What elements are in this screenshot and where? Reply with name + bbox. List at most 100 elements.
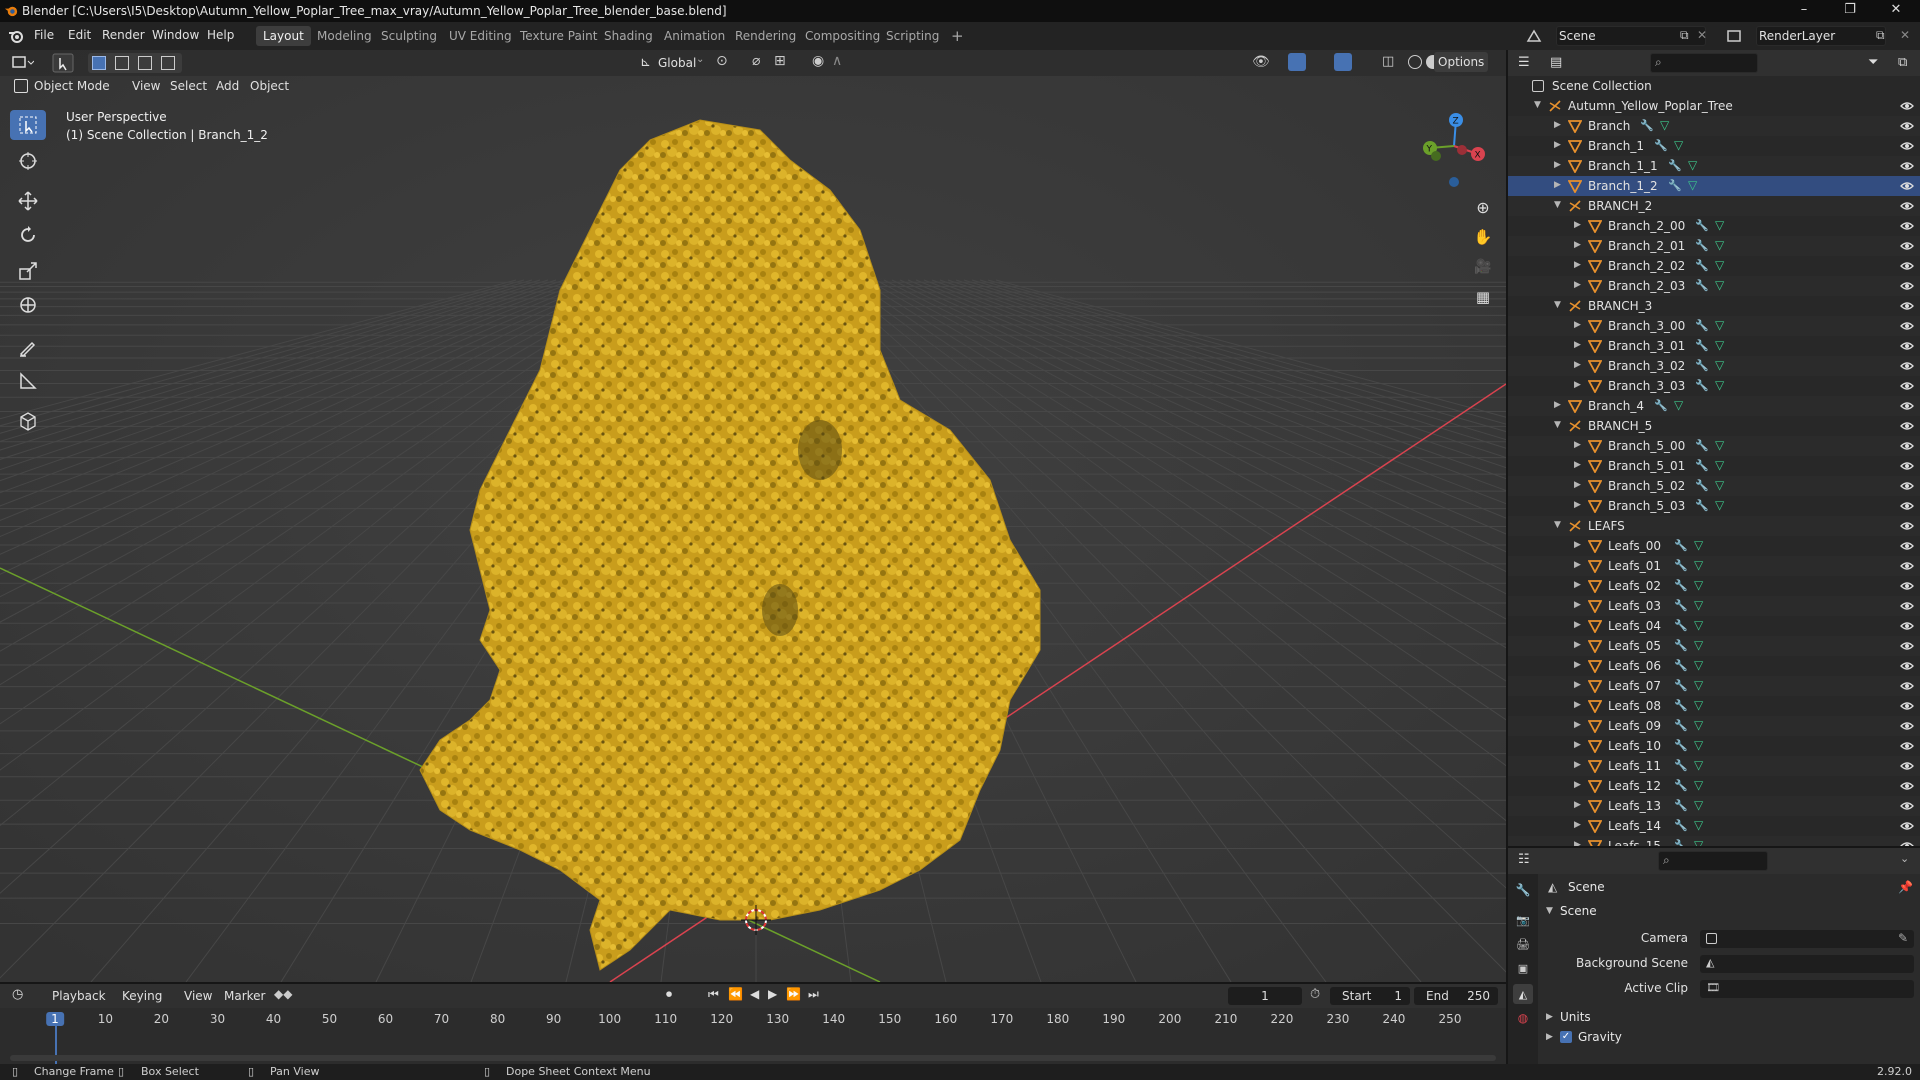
eye-icon[interactable] — [1900, 179, 1914, 193]
tab-compositing[interactable]: Compositing — [798, 26, 887, 46]
eye-icon[interactable] — [1900, 339, 1914, 353]
remove-view-layer-icon[interactable]: ✕ — [1900, 28, 1910, 42]
select-new-icon[interactable] — [92, 56, 106, 70]
outliner-item[interactable]: ▶ Leafs_14 🔧 ▽ — [1508, 816, 1920, 836]
eye-icon[interactable] — [1900, 759, 1914, 773]
expand-icon[interactable]: ▶ — [1574, 820, 1581, 830]
outliner-item[interactable]: ▶ Branch 🔧 ▽ — [1508, 116, 1920, 136]
expand-icon[interactable]: ▶ — [1574, 760, 1581, 770]
scale-tool[interactable] — [10, 256, 46, 286]
outliner-item[interactable]: ▶ Branch_1_1 🔧 ▽ — [1508, 156, 1920, 176]
background-scene-field[interactable]: ◭ — [1700, 955, 1914, 973]
modifier-icon[interactable]: 🔧 — [1695, 239, 1709, 252]
eye-icon[interactable] — [1900, 619, 1914, 633]
eye-icon[interactable] — [1900, 99, 1914, 113]
mesh-data-icon[interactable]: ▽ — [1694, 598, 1703, 612]
modifier-icon[interactable]: 🔧 — [1695, 439, 1709, 452]
start-frame-field[interactable]: Start 1 — [1330, 987, 1410, 1005]
modifier-icon[interactable]: 🔧 — [1695, 479, 1709, 492]
record-icon[interactable]: ⏺ — [666, 987, 672, 1002]
gravity-panel-title[interactable]: Gravity — [1578, 1030, 1622, 1044]
filter-icon[interactable]: ⏷ — [1868, 55, 1878, 70]
tab-modeling[interactable]: Modeling — [310, 26, 379, 46]
options-dropdown[interactable]: Options — [1434, 52, 1489, 72]
modifier-icon[interactable]: 🔧 — [1674, 539, 1688, 552]
outliner-item[interactable]: ▶ Branch_5_03 🔧 ▽ — [1508, 496, 1920, 516]
eye-icon[interactable] — [1900, 719, 1914, 733]
collapse-icon[interactable]: ▼ — [1554, 420, 1561, 430]
expand-icon[interactable]: ▶ — [1574, 320, 1581, 330]
mesh-data-icon[interactable]: ▽ — [1674, 138, 1683, 152]
tab-texture-paint[interactable]: Texture Paint — [513, 26, 604, 46]
expand-icon[interactable]: ▶ — [1574, 660, 1581, 670]
menu-edit[interactable]: Edit — [68, 28, 91, 42]
expand-icon[interactable]: ▶ — [1574, 560, 1581, 570]
tab-output[interactable]: 🖨 — [1513, 934, 1533, 954]
modifier-icon[interactable]: 🔧 — [1674, 839, 1688, 846]
navigation-gizmo[interactable]: Z X Y — [1418, 110, 1488, 190]
modifier-icon[interactable]: 🔧 — [1674, 559, 1688, 572]
mesh-data-icon[interactable]: ▽ — [1715, 278, 1724, 292]
outliner-item[interactable]: ▶ Branch_3_01 🔧 ▽ — [1508, 336, 1920, 356]
expand-icon[interactable]: ▶ — [1574, 800, 1581, 810]
mesh-data-icon[interactable]: ▽ — [1694, 738, 1703, 752]
properties-editor[interactable]: ☷ ⌕ ⌄ 🔧 📷 🖨 ▣ ◭ ◍ ◭ Scene 📌 ▼ Scene Came… — [1506, 846, 1920, 1064]
menu-render[interactable]: Render — [102, 28, 145, 42]
modifier-icon[interactable]: 🔧 — [1674, 639, 1688, 652]
maximize-button[interactable]: ❐ — [1830, 0, 1870, 22]
tab-scripting[interactable]: Scripting — [879, 26, 946, 46]
mesh-data-icon[interactable]: ▽ — [1694, 778, 1703, 792]
modifier-icon[interactable]: 🔧 — [1654, 399, 1668, 412]
tab-render[interactable]: 📷 — [1513, 910, 1533, 930]
mesh-data-icon[interactable]: ▽ — [1715, 338, 1724, 352]
expand-icon[interactable]: ▶ — [1574, 740, 1581, 750]
mesh-data-icon[interactable]: ▽ — [1674, 398, 1683, 412]
properties-search-input[interactable]: ⌕ — [1658, 851, 1768, 871]
annotate-tool[interactable] — [10, 332, 46, 362]
eye-icon[interactable] — [1900, 399, 1914, 413]
transform-orientation-dropdown[interactable]: Global — [654, 53, 700, 73]
outliner-item[interactable]: ▶ Branch_5_02 🔧 ▽ — [1508, 476, 1920, 496]
current-frame-field[interactable]: 1 — [1228, 987, 1302, 1005]
tab-world[interactable]: ◍ — [1513, 1008, 1533, 1028]
outliner-item[interactable]: ▼ BRANCH_2 — [1508, 196, 1920, 216]
tab-scene[interactable]: ◭ — [1513, 984, 1533, 1004]
expand-icon[interactable]: ▶ — [1574, 580, 1581, 590]
mesh-data-icon[interactable]: ▽ — [1688, 178, 1697, 192]
mesh-data-icon[interactable]: ▽ — [1715, 238, 1724, 252]
snap-icon[interactable]: ⌀ — [752, 53, 760, 69]
outliner-item[interactable]: ▼ BRANCH_5 — [1508, 416, 1920, 436]
modifier-icon[interactable]: 🔧 — [1640, 119, 1654, 132]
outliner-item[interactable]: ▶ Branch_4 🔧 ▽ — [1508, 396, 1920, 416]
eye-icon[interactable] — [1900, 539, 1914, 553]
scene-collection-row[interactable]: Scene Collection — [1508, 76, 1920, 96]
measure-tool[interactable] — [10, 366, 46, 396]
close-button[interactable]: ✕ — [1876, 0, 1916, 22]
mesh-data-icon[interactable]: ▽ — [1715, 498, 1724, 512]
outliner-item[interactable]: ▶ Branch_2_01 🔧 ▽ — [1508, 236, 1920, 256]
outliner-item[interactable]: ▶ Leafs_08 🔧 ▽ — [1508, 696, 1920, 716]
expand-icon[interactable]: ▶ — [1574, 380, 1581, 390]
display-mode-icon[interactable]: ▤ — [1550, 55, 1562, 70]
expand-icon[interactable]: ▶ — [1574, 260, 1581, 270]
expand-icon[interactable]: ▶ — [1574, 460, 1581, 470]
outliner-item[interactable]: ▼ BRANCH_3 — [1508, 296, 1920, 316]
outliner-search-input[interactable]: ⌕ — [1650, 53, 1758, 73]
clock-icon[interactable]: ⏱ — [1310, 987, 1320, 1002]
tab-tool[interactable]: 🔧 — [1513, 880, 1533, 900]
editor-type-icon[interactable] — [12, 55, 34, 71]
eye-icon[interactable] — [1900, 579, 1914, 593]
modifier-icon[interactable]: 🔧 — [1674, 579, 1688, 592]
new-scene-icon[interactable]: ⧉ — [1680, 28, 1689, 43]
jump-end-icon[interactable]: ⏭ — [808, 987, 819, 1002]
eye-icon[interactable] — [1900, 819, 1914, 833]
end-frame-field[interactable]: End 250 — [1414, 987, 1498, 1005]
properties-editor-icon[interactable]: ☷ — [1518, 852, 1530, 867]
blender-menu-icon[interactable] — [8, 28, 24, 44]
mesh-data-icon[interactable]: ▽ — [1694, 658, 1703, 672]
eye-icon[interactable] — [1900, 259, 1914, 273]
mesh-data-icon[interactable]: ▽ — [1715, 438, 1724, 452]
tab-layout[interactable]: Layout — [256, 26, 311, 46]
expand-icon[interactable]: ▶ — [1574, 720, 1581, 730]
eye-icon[interactable] — [1900, 659, 1914, 673]
